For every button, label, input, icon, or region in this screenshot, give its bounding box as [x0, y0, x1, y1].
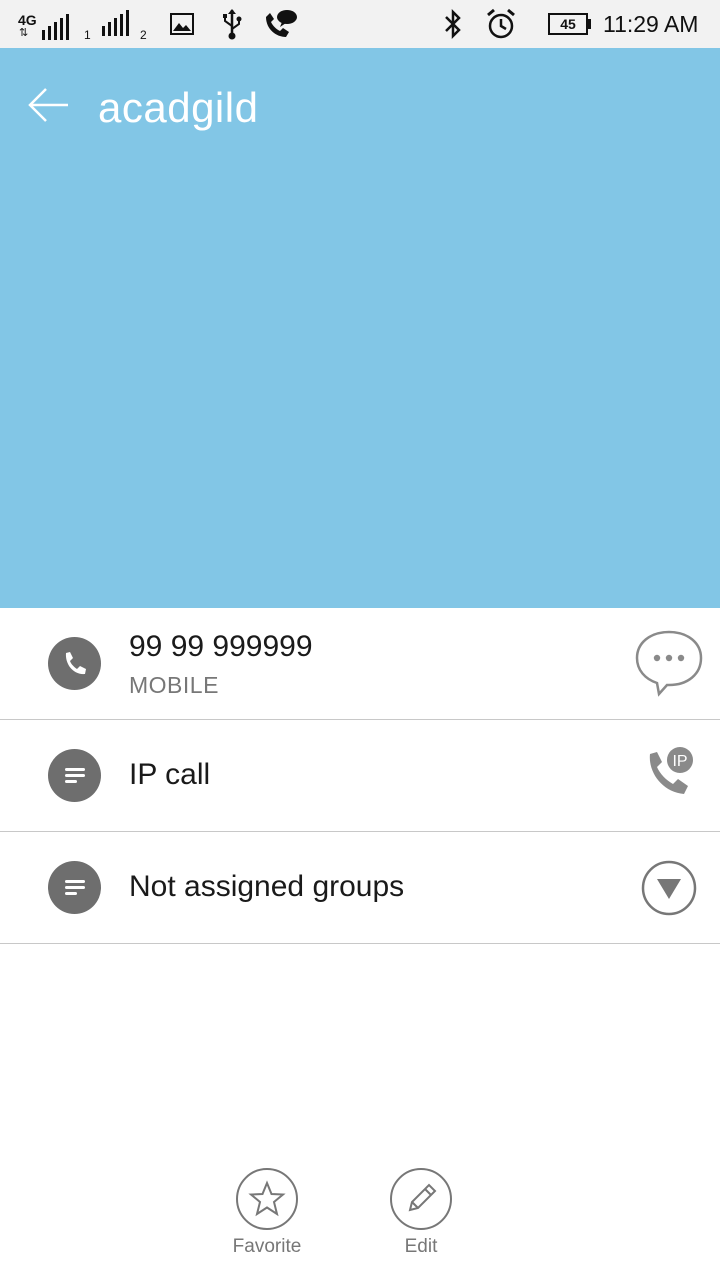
- signal-1-icon: [42, 14, 69, 40]
- ip-call-row[interactable]: IP call IP: [0, 720, 720, 832]
- sim2-label: 2: [140, 28, 147, 42]
- contact-name: acadgild: [98, 84, 259, 131]
- battery-level: 45: [560, 16, 576, 32]
- status-bar: 4G ⇅ 1 2 45 11:29 AM: [0, 0, 720, 48]
- favorite-label: Favorite: [232, 1236, 302, 1257]
- groups-label: Not assigned groups: [129, 870, 405, 903]
- alarm-icon: [484, 0, 518, 48]
- edit-circle: [390, 1168, 452, 1230]
- phone-icon: [48, 637, 101, 690]
- message-button[interactable]: [632, 628, 706, 698]
- edit-button[interactable]: Edit: [381, 1168, 461, 1268]
- contact-header: acadgild: [0, 48, 720, 608]
- note-icon: [48, 861, 101, 914]
- favorite-button[interactable]: Favorite: [227, 1168, 307, 1268]
- edit-label: Edit: [404, 1236, 438, 1257]
- phone-type: MOBILE: [129, 672, 219, 698]
- data-arrows-icon: ⇅: [19, 27, 29, 39]
- bluetooth-icon: [442, 0, 464, 48]
- phone-row[interactable]: 99 99 999999 MOBILE: [0, 608, 720, 720]
- battery-icon: 45: [548, 0, 591, 48]
- message-icon: [635, 630, 703, 697]
- note-icon: [48, 749, 101, 802]
- usb-icon: [220, 0, 244, 48]
- signal-2: 2: [102, 0, 147, 48]
- phone-number: 99 99 999999: [129, 630, 313, 663]
- groups-dropdown-button[interactable]: [640, 859, 698, 917]
- groups-row[interactable]: Not assigned groups: [0, 832, 720, 944]
- back-arrow-icon: [28, 88, 68, 122]
- favorite-circle: [236, 1168, 298, 1230]
- star-icon: [248, 1180, 286, 1217]
- ip-call-button[interactable]: IP: [640, 746, 700, 800]
- dropdown-icon: [641, 860, 697, 916]
- image-icon: [170, 0, 194, 48]
- network-signal: 4G ⇅ 1: [18, 0, 91, 48]
- back-button[interactable]: [24, 80, 74, 130]
- call-icon: [262, 0, 298, 48]
- clock: 11:29 AM: [603, 0, 698, 48]
- svg-text:IP: IP: [672, 753, 687, 770]
- signal-2-icon: [102, 10, 129, 36]
- sim1-label: 1: [84, 28, 91, 42]
- time-text: 11:29 AM: [603, 10, 699, 37]
- pencil-icon: [408, 1183, 437, 1212]
- ip-call-label: IP call: [129, 758, 211, 791]
- ip-call-icon: IP: [649, 747, 693, 794]
